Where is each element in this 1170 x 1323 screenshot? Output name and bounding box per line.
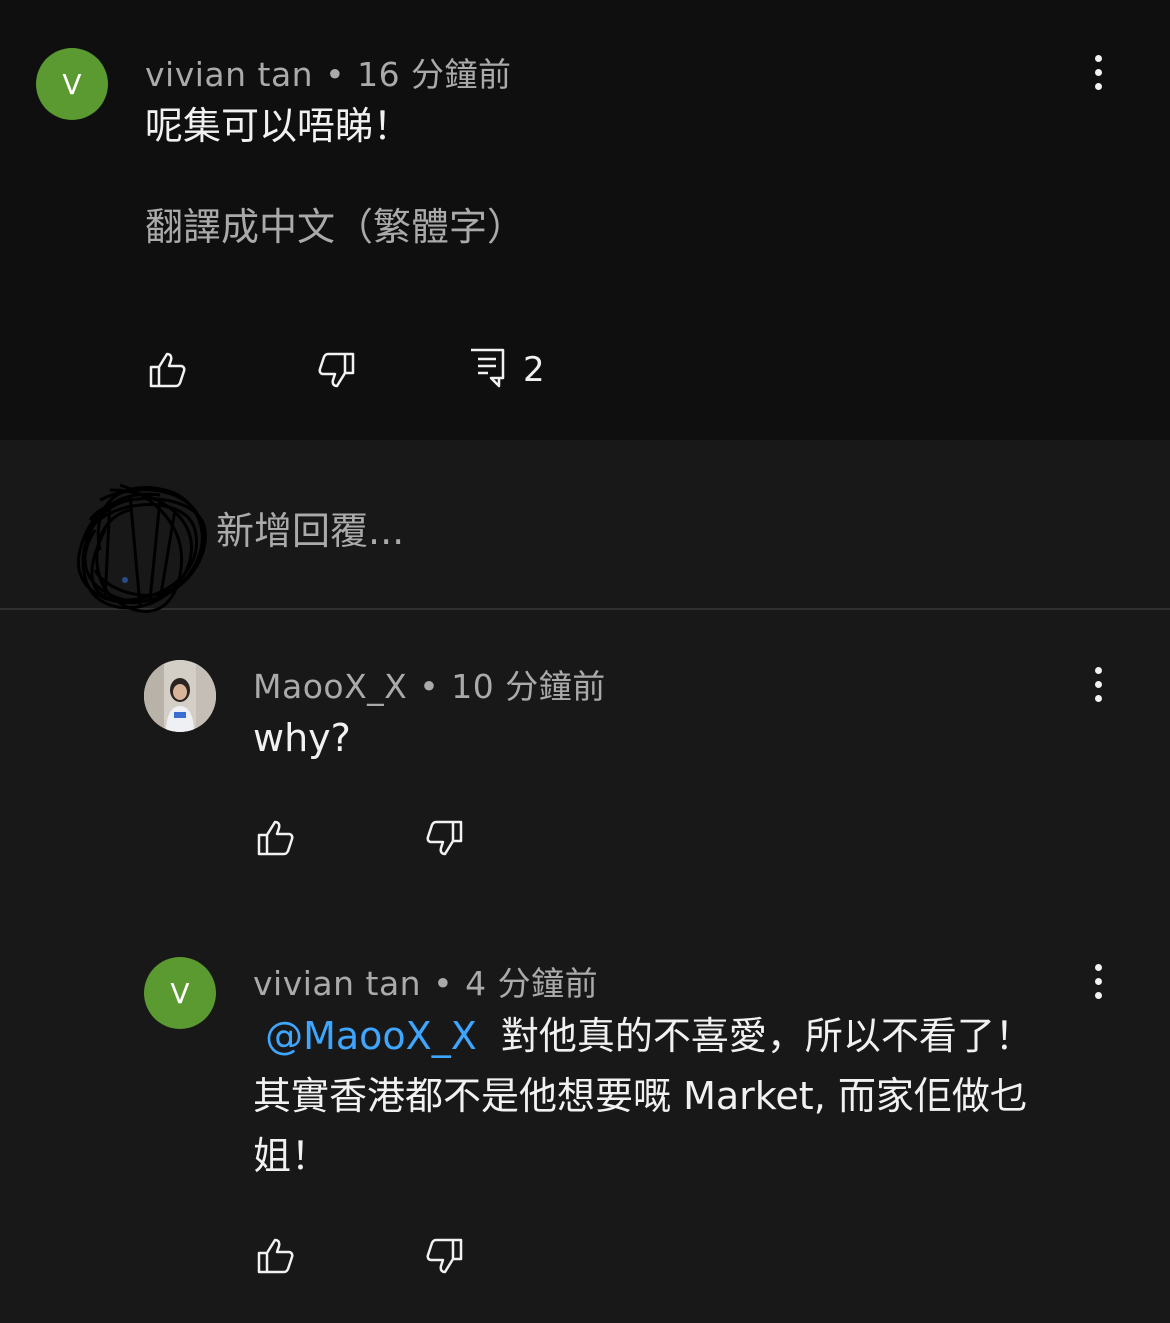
- dislike-icon[interactable]: [314, 348, 358, 392]
- author-name[interactable]: MaooX_X: [253, 667, 407, 706]
- dislike-icon[interactable]: [422, 1234, 466, 1278]
- mention-link[interactable]: @MaooX_X: [265, 1014, 477, 1058]
- more-options-icon[interactable]: [1078, 957, 1118, 1005]
- text-line: 姐！: [253, 1134, 330, 1178]
- reply-input[interactable]: 新增回覆...: [216, 500, 404, 555]
- like-icon[interactable]: [254, 1234, 298, 1278]
- separator-dot: •: [433, 964, 454, 1003]
- comment-text: @MaooX_X 對他真的不喜愛，所以不看了！ 其實香港都不是他想要嘅 Mark…: [253, 1006, 1113, 1186]
- comment-meta: vivian tan • 16 分鐘前: [145, 48, 512, 96]
- timestamp: 10 分鐘前: [451, 667, 606, 706]
- comment-text: 呢集可以唔睇！: [145, 104, 412, 148]
- like-icon[interactable]: [254, 816, 298, 860]
- author-name[interactable]: vivian tan: [145, 55, 313, 94]
- timestamp: 16 分鐘前: [357, 55, 512, 94]
- separator-dot: •: [419, 667, 440, 706]
- more-options-icon[interactable]: [1078, 660, 1118, 708]
- text-line: 對他真的不喜愛，所以不看了！: [500, 1014, 1033, 1058]
- avatar[interactable]: [144, 660, 216, 732]
- reply-icon[interactable]: [466, 346, 510, 390]
- reply-count[interactable]: 2: [523, 350, 545, 390]
- dislike-icon[interactable]: [422, 816, 466, 860]
- comment-text: why?: [253, 716, 351, 760]
- like-icon[interactable]: [146, 348, 190, 392]
- separator-dot: •: [325, 55, 346, 94]
- timestamp: 4 分鐘前: [465, 964, 599, 1003]
- text-line: 其實香港都不是他想要嘅 Market, 而家佢做乜: [253, 1074, 1028, 1118]
- comment-meta: vivian tan • 4 分鐘前: [253, 957, 598, 1005]
- avatar[interactable]: V: [36, 48, 108, 120]
- more-options-icon[interactable]: [1078, 48, 1118, 96]
- comment-meta: MaooX_X • 10 分鐘前: [253, 660, 606, 708]
- author-name[interactable]: vivian tan: [253, 964, 421, 1003]
- avatar[interactable]: V: [144, 957, 216, 1029]
- redacted-avatar: [77, 483, 207, 613]
- translate-link[interactable]: 翻譯成中文（繁體字）: [145, 196, 525, 251]
